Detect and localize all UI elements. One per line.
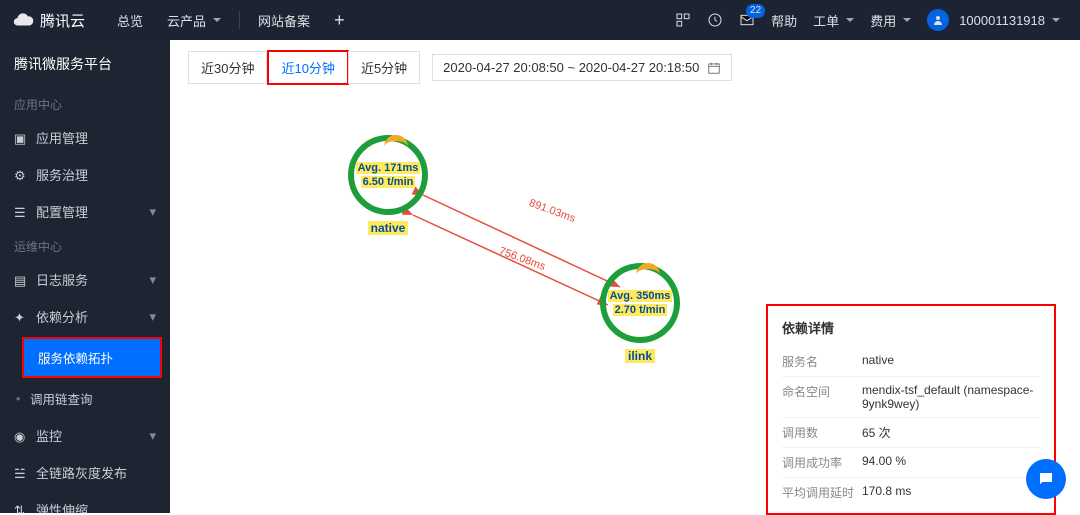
- divider: [239, 11, 240, 29]
- sidebar: 腾讯微服务平台 应用中心 ▣应用管理 ⚙服务治理 ☰配置管理▾ 运维中心 ▤日志…: [0, 40, 170, 513]
- node-label: ilink: [625, 349, 655, 363]
- panel-key-service: 服务名: [782, 353, 862, 370]
- log-icon: ▤: [14, 273, 28, 287]
- chevron-down-icon: ▾: [149, 309, 156, 325]
- node-avg: Avg. 350ms: [608, 290, 673, 302]
- sidebar-item-elastic[interactable]: ⇅弹性伸缩: [0, 491, 170, 513]
- node-rate: 2.70 t/min: [613, 304, 668, 316]
- link-icon: ✦: [14, 310, 28, 324]
- avatar-icon: [927, 9, 949, 31]
- nav-help[interactable]: 帮助: [771, 11, 797, 30]
- gear-icon: ⚙: [14, 168, 28, 182]
- panel-title: 依赖详情: [782, 318, 1040, 337]
- time-btn-30m[interactable]: 近30分钟: [188, 51, 267, 84]
- nav-clock-icon[interactable]: [707, 12, 723, 28]
- route-icon: ☱: [14, 466, 28, 480]
- panel-key-calls: 调用数: [782, 424, 862, 441]
- node-ring: Avg. 171ms 6.50 t/min: [348, 135, 428, 215]
- chat-fab[interactable]: [1026, 459, 1066, 499]
- sidebar-item-gray-release[interactable]: ☱全链路灰度发布: [0, 454, 170, 491]
- nav-cloud-products[interactable]: 云产品: [155, 11, 233, 30]
- chevron-down-icon: [213, 18, 221, 22]
- nav-mail-icon[interactable]: 22: [739, 12, 755, 28]
- nav-site-record[interactable]: 网站备案: [246, 11, 322, 30]
- sidebar-item-svc-gov[interactable]: ⚙服务治理: [0, 156, 170, 193]
- chevron-down-icon: ▾: [149, 272, 156, 288]
- monitor-icon: ◉: [14, 429, 28, 443]
- node-rate: 6.50 t/min: [361, 176, 416, 188]
- panel-val-latency: 170.8 ms: [862, 484, 1040, 501]
- panel-val-calls: 65 次: [862, 424, 1040, 441]
- sidebar-title: 腾讯微服务平台: [0, 40, 170, 88]
- sidebar-item-app-mgmt[interactable]: ▣应用管理: [0, 119, 170, 156]
- nav-add[interactable]: +: [322, 10, 357, 31]
- highlight-box-sidebar: 服务依赖拓扑: [22, 337, 162, 378]
- cloud-logo-icon: [12, 9, 34, 31]
- nav-account[interactable]: 100001131918: [927, 9, 1060, 31]
- panel-key-ns: 命名空间: [782, 383, 862, 411]
- sidebar-item-dep-topology[interactable]: 服务依赖拓扑: [24, 339, 160, 376]
- scale-icon: ⇅: [14, 503, 28, 514]
- top-nav: 腾讯云 总览 云产品 网站备案 + 22 帮助 工单 费用 1000011319…: [0, 0, 1080, 40]
- sidebar-item-log[interactable]: ▤日志服务▾: [0, 261, 170, 298]
- panel-val-ns: mendix-tsf_default (namespace-9ynk9wey): [862, 383, 1040, 411]
- chevron-down-icon: ▾: [149, 428, 156, 444]
- sidebar-item-dep-analysis[interactable]: ✦依赖分析▾: [0, 298, 170, 335]
- highlight-box-timebtn: 近10分钟: [267, 50, 348, 85]
- nav-shortcut-icon[interactable]: [675, 12, 691, 28]
- time-btn-5m[interactable]: 近5分钟: [348, 51, 420, 84]
- main-content: 近30分钟 近10分钟 近5分钟 2020-04-27 20:08:50 ~ 2…: [170, 40, 1080, 513]
- mail-badge: 22: [746, 4, 765, 18]
- nav-ticket[interactable]: 工单: [813, 11, 854, 30]
- chat-icon: [1037, 470, 1055, 488]
- chevron-down-icon: [1052, 18, 1060, 22]
- chevron-down-icon: [846, 18, 854, 22]
- sidebar-section-ops: 运维中心: [0, 230, 170, 261]
- time-btn-10m[interactable]: 近10分钟: [269, 52, 346, 83]
- calendar-icon: [707, 61, 721, 75]
- sidebar-item-cfg-mgmt[interactable]: ☰配置管理▾: [0, 193, 170, 230]
- topology-node-ilink[interactable]: Avg. 350ms 2.70 t/min ilink: [600, 263, 680, 363]
- time-range-picker[interactable]: 2020-04-27 20:08:50 ~ 2020-04-27 20:18:5…: [432, 54, 732, 81]
- node-avg: Avg. 171ms: [356, 162, 421, 174]
- app-icon: ▣: [14, 131, 28, 145]
- panel-key-success: 调用成功率: [782, 454, 862, 471]
- chevron-down-icon: ▾: [149, 204, 156, 220]
- panel-key-latency: 平均调用延时: [782, 484, 862, 501]
- time-range-value: 2020-04-27 20:08:50 ~ 2020-04-27 20:18:5…: [443, 60, 699, 75]
- node-label: native: [368, 221, 409, 235]
- nav-overview[interactable]: 总览: [105, 11, 155, 30]
- panel-val-success: 94.00 %: [862, 454, 1040, 471]
- detail-panel: 依赖详情 服务名native 命名空间mendix-tsf_default (n…: [766, 304, 1056, 515]
- node-ring: Avg. 350ms 2.70 t/min: [600, 263, 680, 343]
- sidebar-item-call-chain[interactable]: 调用链查询: [0, 380, 170, 417]
- sliders-icon: ☰: [14, 205, 28, 219]
- sidebar-section-app: 应用中心: [0, 88, 170, 119]
- brand-logo[interactable]: 腾讯云: [12, 9, 85, 31]
- topology-node-native[interactable]: Avg. 171ms 6.50 t/min native: [348, 135, 428, 235]
- nav-fee[interactable]: 费用: [870, 11, 911, 30]
- panel-val-service: native: [862, 353, 1040, 370]
- time-range-bar: 近30分钟 近10分钟 近5分钟 2020-04-27 20:08:50 ~ 2…: [188, 50, 1062, 85]
- chevron-down-icon: [903, 18, 911, 22]
- sidebar-item-monitor[interactable]: ◉监控▾: [0, 417, 170, 454]
- topology-canvas: 891.03ms 756.08ms Avg. 171ms 6.50 t/min …: [188, 95, 1062, 515]
